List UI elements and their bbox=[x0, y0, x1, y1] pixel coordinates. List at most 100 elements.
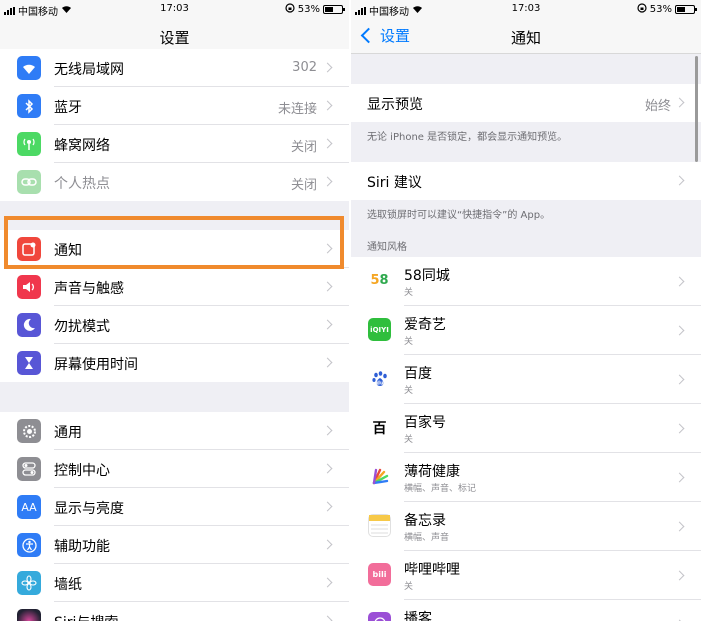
row-label: 个人热点 bbox=[54, 176, 110, 192]
settings-pane: 中国移动 17:03 53% 设置 无线局域网 302 蓝牙 未连接 蜂窝网络 … bbox=[0, 0, 349, 621]
podcasts-icon bbox=[368, 612, 391, 621]
row-label: 无线局域网 bbox=[54, 62, 124, 78]
app-style: 关 bbox=[404, 386, 414, 396]
row-label: 通用 bbox=[54, 425, 82, 441]
row-label: 屏幕使用时间 bbox=[54, 357, 138, 373]
chevron-right-icon bbox=[322, 577, 333, 588]
settings-row-bluetooth[interactable]: 蓝牙 未连接 bbox=[0, 87, 349, 125]
row-label: 勿扰模式 bbox=[54, 319, 110, 335]
bohe-icon bbox=[368, 465, 391, 488]
app-style: 横幅、声音、标记 bbox=[404, 484, 477, 494]
row-label: Siri 建议 bbox=[367, 175, 422, 191]
app-name: 58同城 bbox=[404, 268, 450, 284]
siri-suggestions-row[interactable]: Siri 建议 bbox=[351, 162, 701, 200]
accessibility-icon bbox=[17, 533, 41, 557]
app-row-podcasts[interactable]: 播客 bbox=[351, 600, 701, 621]
app-style: 关 bbox=[404, 435, 414, 445]
app-style: 横幅、声音 bbox=[404, 533, 450, 543]
settings-row-wallpaper[interactable]: 墙纸 bbox=[0, 564, 349, 602]
row-label: Siri与搜索 bbox=[54, 612, 118, 621]
status-bar: 中国移动 17:03 53% bbox=[0, 0, 349, 18]
chevron-right-icon bbox=[674, 175, 685, 186]
app-name: 备忘录 bbox=[404, 513, 446, 529]
chevron-right-icon bbox=[322, 62, 333, 73]
battery-percent: 53% bbox=[297, 4, 320, 15]
row-label: 蓝牙 bbox=[54, 100, 82, 116]
cellular-icon bbox=[17, 132, 41, 156]
settings-row-screen-time[interactable]: 屏幕使用时间 bbox=[0, 344, 349, 382]
iqiyi-icon: iQIYI bbox=[368, 318, 391, 341]
status-bar: 中国移动 17:03 53% bbox=[351, 0, 701, 18]
row-label: 蜂窝网络 bbox=[54, 138, 110, 154]
sound-icon bbox=[17, 275, 41, 299]
notifications-highlight-box bbox=[4, 216, 344, 269]
siri-icon bbox=[17, 609, 41, 621]
chevron-right-icon bbox=[322, 425, 333, 436]
toggles-icon bbox=[17, 457, 41, 481]
settings-row-do-not-disturb[interactable]: 勿扰模式 bbox=[0, 306, 349, 344]
chevron-right-icon bbox=[674, 521, 685, 532]
navigation-bar: 设置 通知 bbox=[351, 18, 701, 54]
chevron-right-icon bbox=[674, 472, 685, 483]
chevron-right-icon bbox=[674, 570, 685, 581]
orientation-lock-icon bbox=[637, 3, 647, 16]
battery-percent: 53% bbox=[649, 4, 672, 15]
app-row-iqiyi[interactable]: iQIYI 爱奇艺 关 bbox=[351, 306, 701, 355]
app-row-notes[interactable]: 备忘录 横幅、声音 bbox=[351, 502, 701, 551]
app-name: 百家号 bbox=[404, 415, 446, 431]
row-label: 辅助功能 bbox=[54, 539, 110, 555]
settings-row-sounds[interactable]: 声音与触感 bbox=[0, 268, 349, 306]
settings-row-wifi[interactable]: 无线局域网 302 bbox=[0, 49, 349, 87]
orientation-lock-icon bbox=[285, 3, 295, 16]
settings-row-display[interactable]: AA 显示与亮度 bbox=[0, 488, 349, 526]
wifi-icon bbox=[17, 56, 41, 80]
settings-row-hotspot[interactable]: 个人热点 关闭 bbox=[0, 163, 349, 201]
app-name: 薄荷健康 bbox=[404, 464, 460, 480]
chevron-right-icon bbox=[674, 325, 685, 336]
row-value: 302 bbox=[292, 60, 317, 75]
chevron-right-icon bbox=[674, 374, 685, 385]
app-row-bilibili[interactable]: bili 哔哩哔哩 关 bbox=[351, 551, 701, 600]
previews-footnote: 无论 iPhone 是否锁定，都会显示通知预览。 bbox=[367, 132, 568, 143]
settings-row-siri[interactable]: Siri与搜索 bbox=[0, 602, 349, 621]
text-size-icon: AA bbox=[17, 495, 41, 519]
app-name: 哔哩哔哩 bbox=[404, 562, 460, 578]
chevron-right-icon bbox=[322, 319, 333, 330]
show-previews-row[interactable]: 显示预览 始终 bbox=[351, 84, 701, 122]
hourglass-icon bbox=[17, 351, 41, 375]
chevron-right-icon bbox=[674, 97, 685, 108]
settings-row-accessibility[interactable]: 辅助功能 bbox=[0, 526, 349, 564]
chevron-right-icon bbox=[674, 423, 685, 434]
row-value: 始终 bbox=[644, 99, 671, 114]
row-label: 墙纸 bbox=[54, 577, 82, 593]
settings-row-control-center[interactable]: 控制中心 bbox=[0, 450, 349, 488]
notifications-pane: 中国移动 17:03 53% 设置 通知 显示预览 始终 无论 iPhone 是… bbox=[351, 0, 701, 621]
app-row-baidu[interactable]: du 百度 关 bbox=[351, 355, 701, 404]
app-style: 关 bbox=[404, 337, 414, 347]
app-list: 58 58同城 关 iQIYI 爱奇艺 关 du 百度 关 百 百家号 关 薄荷… bbox=[351, 257, 701, 621]
app-row-bohe[interactable]: 薄荷健康 横幅、声音、标记 bbox=[351, 453, 701, 502]
gear-icon bbox=[17, 419, 41, 443]
chevron-right-icon bbox=[322, 501, 333, 512]
58-tongcheng-icon: 58 bbox=[368, 269, 391, 292]
settings-row-general[interactable]: 通用 bbox=[0, 412, 349, 450]
row-label: 显示预览 bbox=[367, 97, 423, 113]
row-value: 未连接 bbox=[277, 102, 317, 117]
baidu-glyph: du bbox=[376, 380, 384, 386]
settings-row-cellular[interactable]: 蜂窝网络 关闭 bbox=[0, 125, 349, 163]
row-value: 关闭 bbox=[290, 140, 317, 155]
chevron-right-icon bbox=[322, 357, 333, 368]
page-title: 通知 bbox=[510, 29, 541, 47]
app-name: 爱奇艺 bbox=[404, 317, 446, 333]
scrollbar[interactable] bbox=[695, 56, 698, 162]
bluetooth-icon bbox=[17, 94, 41, 118]
chevron-right-icon bbox=[322, 463, 333, 474]
app-row-58tongcheng[interactable]: 58 58同城 关 bbox=[351, 257, 701, 306]
hotspot-icon bbox=[17, 170, 41, 194]
app-name: 播客 bbox=[404, 611, 432, 621]
general-group: 通用 控制中心 AA 显示与亮度 辅助功能 墙纸 bbox=[0, 412, 349, 621]
app-row-baijiahao[interactable]: 百 百家号 关 bbox=[351, 404, 701, 453]
chevron-right-icon bbox=[322, 615, 333, 621]
chevron-right-icon bbox=[322, 539, 333, 550]
baijiahao-icon: 百 bbox=[368, 416, 391, 439]
